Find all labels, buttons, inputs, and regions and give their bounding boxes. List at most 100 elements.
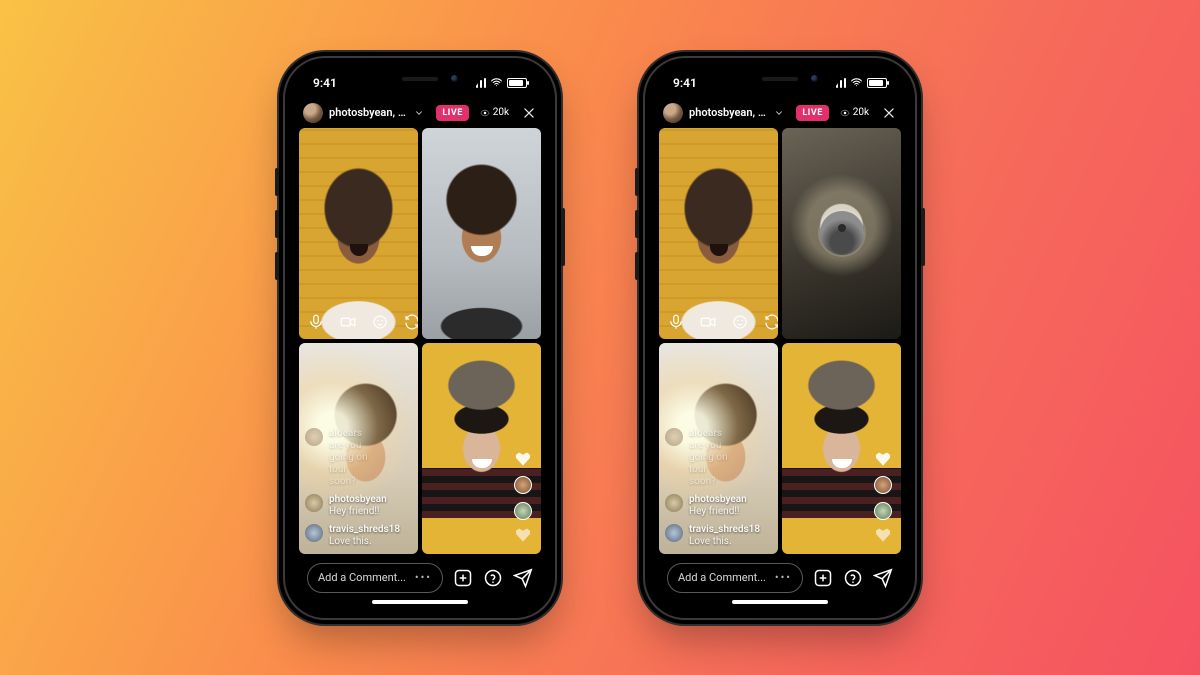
close-button[interactable] bbox=[881, 103, 897, 123]
share-button[interactable] bbox=[513, 568, 533, 588]
viewer-count-badge[interactable]: 20k bbox=[475, 104, 515, 121]
phone-mockup-right: 9:41 photosbyean, ame... LIVE 20k bbox=[645, 58, 915, 618]
comment-item[interactable]: travis_shreds18Love this. bbox=[305, 524, 374, 548]
comment-text: Hey friend!! bbox=[689, 506, 747, 518]
reaction-avatar bbox=[514, 476, 532, 494]
questions-button[interactable] bbox=[483, 568, 503, 588]
chevron-down-icon[interactable] bbox=[414, 108, 424, 118]
switch-camera-button[interactable] bbox=[761, 311, 778, 333]
commenter-avatar bbox=[665, 524, 683, 542]
live-badge: LIVE bbox=[436, 105, 468, 121]
close-icon bbox=[882, 106, 896, 120]
status-indicators bbox=[832, 76, 888, 89]
camera-button[interactable] bbox=[697, 311, 719, 333]
video-tile-host[interactable] bbox=[659, 128, 778, 339]
switch-camera-icon bbox=[403, 313, 418, 331]
send-icon bbox=[513, 568, 533, 588]
comment-text: Love this. bbox=[689, 536, 760, 548]
mic-button[interactable] bbox=[305, 311, 327, 333]
chevron-down-icon[interactable] bbox=[774, 108, 784, 118]
commenter-username: aloears bbox=[689, 428, 734, 440]
video-tile-guest-3[interactable] bbox=[782, 343, 901, 554]
comment-input[interactable]: Add a Comment... ••• bbox=[307, 563, 443, 593]
status-indicators bbox=[472, 76, 528, 89]
face-effects-icon bbox=[731, 313, 749, 331]
camera-button[interactable] bbox=[337, 311, 359, 333]
host-controls bbox=[665, 311, 778, 333]
add-guest-button[interactable] bbox=[813, 568, 833, 588]
screen: 9:41 photosbyean, ame... LIVE 20k bbox=[655, 68, 905, 608]
host-avatar[interactable] bbox=[303, 103, 323, 123]
host-names[interactable]: photosbyean, ame... bbox=[329, 106, 408, 119]
status-time: 9:41 bbox=[313, 76, 337, 90]
comment-placeholder: Add a Comment... bbox=[678, 571, 766, 584]
host-names[interactable]: photosbyean, ame... bbox=[689, 106, 768, 119]
mic-button[interactable] bbox=[665, 311, 687, 333]
commenter-avatar bbox=[305, 428, 323, 446]
commenter-username: aloears bbox=[329, 428, 374, 440]
comment-item[interactable]: photosbyeanHey friend!! bbox=[305, 494, 374, 518]
home-indicator[interactable] bbox=[732, 600, 828, 604]
comment-item[interactable]: photosbyeanHey friend!! bbox=[665, 494, 734, 518]
comment-placeholder: Add a Comment... bbox=[318, 571, 406, 584]
wifi-icon bbox=[850, 76, 863, 89]
commenter-username: travis_shreds18 bbox=[689, 524, 760, 536]
close-button[interactable] bbox=[521, 103, 537, 123]
questions-button[interactable] bbox=[843, 568, 863, 588]
add-guest-button[interactable] bbox=[453, 568, 473, 588]
status-time: 9:41 bbox=[673, 76, 697, 90]
comment-options-button[interactable]: ••• bbox=[415, 571, 432, 584]
question-icon bbox=[483, 568, 503, 588]
live-header: photosbyean, ame... LIVE 20k bbox=[295, 100, 545, 126]
battery-icon bbox=[867, 78, 887, 88]
joining-avatar bbox=[820, 211, 864, 255]
reaction-avatar bbox=[514, 502, 532, 520]
commenter-username: travis_shreds18 bbox=[329, 524, 400, 536]
reactions-stream bbox=[869, 452, 897, 544]
commenter-username: photosbyean bbox=[329, 494, 387, 506]
phone-mockup-left: 9:41 photosbyean, ame... LIVE 20k bbox=[285, 58, 555, 618]
video-tile-guest-2[interactable]: aloearsare you going on tour soon? photo… bbox=[299, 343, 418, 554]
share-button[interactable] bbox=[873, 568, 893, 588]
viewer-count: 20k bbox=[853, 107, 869, 118]
comment-text: are you going on tour soon? bbox=[329, 440, 374, 488]
host-controls bbox=[305, 311, 418, 333]
comments-overlay: aloearsare you going on tour soon? photo… bbox=[305, 428, 374, 548]
reactions-stream bbox=[509, 452, 537, 544]
comment-text: Love this. bbox=[329, 536, 400, 548]
heart-icon bbox=[515, 528, 531, 544]
home-indicator[interactable] bbox=[372, 600, 468, 604]
comment-item[interactable]: travis_shreds18Love this. bbox=[665, 524, 734, 548]
video-tile-guest-2[interactable]: aloearsare you going on tour soon? photo… bbox=[659, 343, 778, 554]
commenter-avatar bbox=[665, 428, 683, 446]
comment-item[interactable]: aloearsare you going on tour soon? bbox=[665, 428, 734, 488]
eye-icon bbox=[480, 108, 490, 118]
commenter-avatar bbox=[305, 524, 323, 542]
question-icon bbox=[843, 568, 863, 588]
commenter-username: photosbyean bbox=[689, 494, 747, 506]
video-tile-guest-1[interactable] bbox=[422, 128, 541, 339]
effects-button[interactable] bbox=[729, 311, 751, 333]
video-grid: aloearsare you going on tour soon? photo… bbox=[299, 128, 541, 554]
comments-overlay: aloearsare you going on tour soon? photo… bbox=[665, 428, 734, 548]
host-avatar[interactable] bbox=[663, 103, 683, 123]
reaction-avatar bbox=[874, 502, 892, 520]
video-tile-joining[interactable] bbox=[782, 128, 901, 339]
commenter-avatar bbox=[665, 494, 683, 512]
viewer-count-badge[interactable]: 20k bbox=[835, 104, 875, 121]
notch bbox=[360, 68, 480, 90]
comment-input[interactable]: Add a Comment... ••• bbox=[667, 563, 803, 593]
close-icon bbox=[522, 106, 536, 120]
video-icon bbox=[699, 313, 717, 331]
comment-item[interactable]: aloearsare you going on tour soon? bbox=[305, 428, 374, 488]
switch-camera-button[interactable] bbox=[401, 311, 418, 333]
video-tile-host[interactable] bbox=[299, 128, 418, 339]
mic-icon bbox=[307, 313, 325, 331]
commenter-avatar bbox=[305, 494, 323, 512]
effects-button[interactable] bbox=[369, 311, 391, 333]
video-tile-guest-3[interactable] bbox=[422, 343, 541, 554]
comment-options-button[interactable]: ••• bbox=[775, 571, 792, 584]
eye-icon bbox=[840, 108, 850, 118]
add-square-icon bbox=[813, 568, 833, 588]
heart-icon bbox=[515, 452, 531, 468]
